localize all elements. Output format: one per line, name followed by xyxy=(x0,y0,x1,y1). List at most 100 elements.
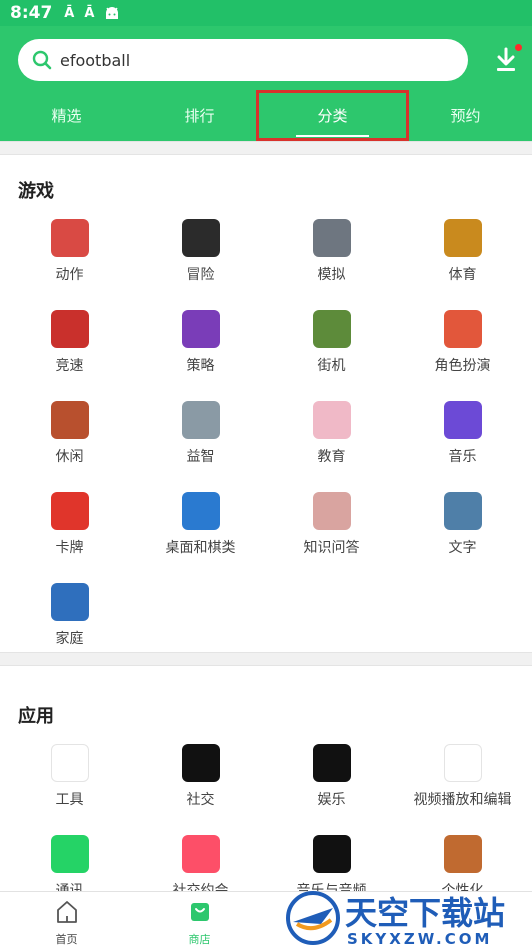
rpg-icon xyxy=(443,310,482,348)
category-label: 视频播放和编辑 xyxy=(413,792,512,808)
category-label: 工具 xyxy=(55,792,84,808)
watermark-logo: 天空下载站 SKYXZW.COM xyxy=(286,891,505,947)
category-item[interactable]: 体育 xyxy=(396,219,529,284)
tiktok-icon xyxy=(181,744,220,782)
category-label: 教育 xyxy=(317,449,346,465)
category-label: 卡牌 xyxy=(55,540,84,556)
roblox-icon xyxy=(181,219,220,257)
category-label: 休闲 xyxy=(55,449,84,465)
category-item[interactable]: 卡牌 xyxy=(3,492,136,557)
nav-label: 首页 xyxy=(55,933,78,946)
category-label: 益智 xyxy=(186,449,215,465)
category-item[interactable]: 模拟 xyxy=(265,219,398,284)
category-item[interactable]: 街机 xyxy=(265,310,398,375)
category-label: 竞速 xyxy=(55,358,84,374)
racing-icon xyxy=(50,310,89,348)
search-input[interactable] xyxy=(60,50,440,70)
category-item[interactable]: 娱乐 xyxy=(265,744,398,809)
category-label: 街机 xyxy=(317,358,346,374)
status-bar: 8:47 Ā Ā xyxy=(0,0,532,26)
tab-featured[interactable]: 精选 xyxy=(0,94,133,141)
category-item[interactable]: 音乐 xyxy=(396,401,529,466)
category-item[interactable]: 桌面和棋类 xyxy=(134,492,267,557)
category-item[interactable]: 休闲 xyxy=(3,401,136,466)
notification-dot xyxy=(515,44,522,51)
category-label: 娱乐 xyxy=(317,792,346,808)
category-label: 音乐 xyxy=(448,449,477,465)
nav-label: 商店 xyxy=(188,933,211,946)
download-icon xyxy=(497,47,515,71)
netflix-icon xyxy=(312,744,351,782)
nav-home[interactable]: 首页 xyxy=(0,892,133,947)
strategy-icon xyxy=(181,310,220,348)
category-label: 动作 xyxy=(55,267,84,283)
category-item[interactable]: 家庭 xyxy=(3,583,136,648)
section-title-games: 游戏 xyxy=(18,181,54,202)
nav-store[interactable]: 商店 xyxy=(133,892,266,947)
ludo-icon xyxy=(181,492,220,530)
youtube-icon xyxy=(443,744,482,782)
android-icon xyxy=(106,7,119,19)
category-label: 家庭 xyxy=(55,631,84,647)
search-bar[interactable] xyxy=(18,39,468,81)
watermark-domain: SKYXZW.COM xyxy=(347,930,492,947)
brain-icon xyxy=(312,492,351,530)
category-item[interactable]: 益智 xyxy=(134,401,267,466)
tab-label: 预约 xyxy=(450,107,481,125)
watermark-brand: 天空下载站 xyxy=(345,894,505,932)
status-time: 8:47 xyxy=(10,3,53,23)
iphone-icon xyxy=(443,835,482,873)
section-divider xyxy=(0,141,532,155)
notification-icon: Ā xyxy=(84,5,95,21)
category-item[interactable]: 动作 xyxy=(3,219,136,284)
minecraft-icon xyxy=(312,310,351,348)
category-item[interactable]: 策略 xyxy=(134,310,267,375)
category-item[interactable]: 知识问答 xyxy=(265,492,398,557)
search-icon xyxy=(32,50,52,70)
category-item[interactable]: 冒险 xyxy=(134,219,267,284)
car-sim-icon xyxy=(312,219,351,257)
hello-kitty-icon xyxy=(312,401,351,439)
store-bag-icon xyxy=(190,903,209,921)
category-label: 冒险 xyxy=(186,267,215,283)
category-item[interactable]: 社交 xyxy=(134,744,267,809)
status-icons: Ā Ā xyxy=(64,6,120,21)
tab-label: 精选 xyxy=(51,107,82,125)
tinder-icon xyxy=(181,835,220,873)
piano-tiles-icon xyxy=(443,401,482,439)
section-title-apps: 应用 xyxy=(18,706,54,727)
section-divider xyxy=(0,652,532,666)
spotify-icon xyxy=(312,835,351,873)
category-item[interactable]: 文字 xyxy=(396,492,529,557)
uno-icon xyxy=(50,492,89,530)
play-store-icon xyxy=(50,744,89,782)
category-item[interactable]: 工具 xyxy=(3,744,136,809)
sonic-icon xyxy=(50,583,89,621)
home-icon xyxy=(56,901,77,923)
header: 精选 排行 分类 预约 xyxy=(0,26,532,141)
category-label: 体育 xyxy=(448,267,477,283)
category-item[interactable]: 竞速 xyxy=(3,310,136,375)
category-item[interactable]: 角色扮演 xyxy=(396,310,529,375)
highlight-annotation xyxy=(256,90,409,141)
puzzle-icon xyxy=(181,401,220,439)
tab-ranking[interactable]: 排行 xyxy=(133,94,266,141)
sports-icon xyxy=(443,219,482,257)
category-label: 知识问答 xyxy=(303,540,360,556)
category-label: 角色扮演 xyxy=(434,358,491,374)
whatsapp-icon xyxy=(50,835,89,873)
tab-label: 排行 xyxy=(184,107,215,125)
category-label: 文字 xyxy=(448,540,477,556)
notification-icon: Ā xyxy=(64,5,75,21)
action-game-icon xyxy=(50,219,89,257)
category-item[interactable]: 教育 xyxy=(265,401,398,466)
word-icon xyxy=(443,492,482,530)
category-label: 社交 xyxy=(186,792,215,808)
category-label: 策略 xyxy=(186,358,215,374)
casual-icon xyxy=(50,401,89,439)
category-label: 桌面和棋类 xyxy=(165,540,236,556)
download-button[interactable] xyxy=(494,44,522,74)
tab-reservations[interactable]: 预约 xyxy=(399,94,532,141)
category-item[interactable]: 视频播放和编辑 xyxy=(396,744,529,809)
category-label: 模拟 xyxy=(317,267,346,283)
